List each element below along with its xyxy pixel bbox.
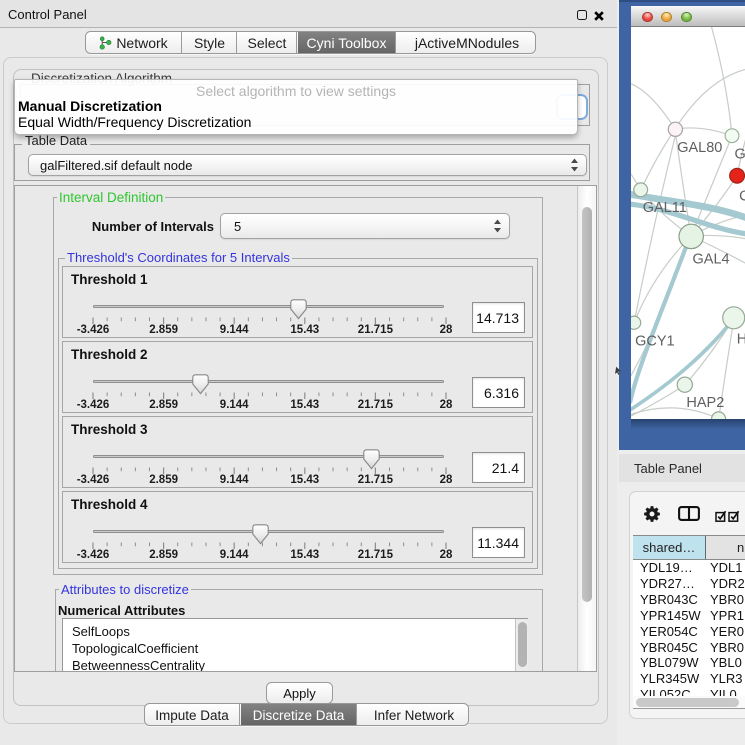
svg-text:GAL4: GAL4 — [693, 252, 730, 268]
svg-text:C: C — [739, 189, 745, 205]
svg-text:HAP2: HAP2 — [686, 395, 724, 411]
svg-text:GCY1: GCY1 — [635, 333, 675, 349]
svg-text:GA: GA — [735, 147, 745, 163]
svg-text:GAL80: GAL80 — [677, 140, 722, 156]
svg-text:H: H — [737, 331, 745, 347]
svg-text:GAL11: GAL11 — [643, 200, 687, 216]
